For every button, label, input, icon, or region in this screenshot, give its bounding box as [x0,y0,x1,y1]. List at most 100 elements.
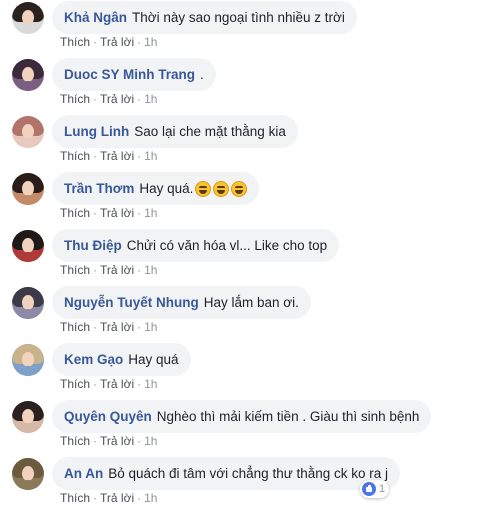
comment-author-link[interactable]: Duoc SY Minh Trang [64,67,195,82]
comment-actions: Thích · Trả lời · 1h [60,35,157,49]
comment-timestamp[interactable]: 1h [144,320,157,334]
like-link[interactable]: Thích [60,263,90,277]
comment-text: Bỏ quách đi tâm với chẳng thư thằng ck k… [108,466,389,481]
reply-link[interactable]: Trả lời [100,263,134,277]
laughing-emoji-icon [195,180,212,197]
reply-link[interactable]: Trả lời [100,320,134,334]
reaction-count-badge[interactable]: 1 [360,480,390,498]
separator-dot: · [137,92,142,106]
comment-actions: Thích · Trả lời · 1h [60,149,157,163]
avatar[interactable] [12,230,44,262]
comment-timestamp[interactable]: 1h [144,206,157,220]
separator-dot: · [137,434,142,448]
comment-item: Trần Thơm Hay quá. Thích · Trả lời · 1h [12,172,482,229]
comment-bubble: Duoc SY Minh Trang. [52,58,216,91]
separator-dot: · [93,377,98,391]
like-link[interactable]: Thích [60,35,90,49]
avatar-body [17,480,39,490]
comment-timestamp[interactable]: 1h [144,35,157,49]
laughing-emoji-icon [213,180,230,197]
comment-bubble: Trần Thơm Hay quá. [52,172,260,205]
avatar-body [17,309,39,319]
avatar-body [17,423,39,433]
comment-author-link[interactable]: An An [64,466,103,481]
comment-list: Khả Ngân Thời này sao ngoại tình nhiều z … [0,0,487,512]
comment-item: Khả Ngân Thời này sao ngoại tình nhiều z … [12,1,482,58]
comment-item: Duoc SY Minh Trang. Thích · Trả lời · 1h [12,58,482,115]
avatar[interactable] [12,116,44,148]
avatar[interactable] [12,458,44,490]
separator-dot: · [137,263,142,277]
comment-item: Nguyễn Tuyết Nhung Hay lắm ban ơi. Thích · T… [12,286,482,343]
comment-actions: Thích · Trả lời · 1h [60,491,157,505]
comment-timestamp[interactable]: 1h [144,92,157,106]
comment-bubble: Khả Ngân Thời này sao ngoại tình nhiều z … [52,1,357,34]
avatar-face [22,352,34,367]
separator-dot: · [93,92,98,106]
avatar-face [22,238,34,253]
avatar-face [22,10,34,25]
comment-timestamp[interactable]: 1h [144,434,157,448]
comment-timestamp[interactable]: 1h [144,491,157,505]
avatar[interactable] [12,2,44,34]
comment-item: Kem Gạo Hay quá Thích · Trả lời · 1h [12,343,482,400]
separator-dot: · [137,149,142,163]
avatar[interactable] [12,344,44,376]
like-link[interactable]: Thích [60,206,90,220]
avatar-body [17,366,39,376]
separator-dot: · [93,149,98,163]
reply-link[interactable]: Trả lời [100,149,134,163]
like-link[interactable]: Thích [60,491,90,505]
avatar-face [22,67,34,82]
separator-dot: · [137,35,142,49]
avatar[interactable] [12,173,44,205]
avatar-face [22,466,34,481]
comment-timestamp[interactable]: 1h [144,149,157,163]
like-link[interactable]: Thích [60,377,90,391]
reply-link[interactable]: Trả lời [100,377,134,391]
avatar-face [22,124,34,139]
comment-author-link[interactable]: Khả Ngân [64,10,127,25]
comment-timestamp[interactable]: 1h [144,263,157,277]
comment-author-link[interactable]: Thu Điệp [64,238,122,253]
comment-text: Sao lại che mặt thằng kia [134,124,286,139]
like-link[interactable]: Thích [60,434,90,448]
separator-dot: · [137,491,142,505]
separator-dot: · [93,35,98,49]
reply-link[interactable]: Trả lời [100,35,134,49]
avatar[interactable] [12,401,44,433]
separator-dot: · [93,491,98,505]
comment-text: Hay lắm ban ơi. [203,295,299,310]
comment-actions: Thích · Trả lời · 1h [60,92,157,106]
comment-actions: Thích · Trả lời · 1h [60,377,157,391]
comment-text: Chửi có văn hóa vl... Like cho top [126,238,328,253]
comment-item: An An Bỏ quách đi tâm với chẳng thư thằng… [12,457,482,512]
comment-actions: Thích · Trả lời · 1h [60,206,157,220]
avatar[interactable] [12,59,44,91]
comment-author-link[interactable]: Quyên Quyên [64,409,152,424]
laughing-emoji-icon [231,180,248,197]
separator-dot: · [93,263,98,277]
comment-timestamp[interactable]: 1h [144,377,157,391]
comment-bubble: Quyên Quyên Nghèo thì mải kiếm tiền . Già… [52,400,432,433]
like-link[interactable]: Thích [60,92,90,106]
comment-bubble: Kem Gạo Hay quá [52,343,191,376]
reply-link[interactable]: Trả lời [100,491,134,505]
comment-text: Thời này sao ngoại tình nhiều z trời [132,10,345,25]
reply-link[interactable]: Trả lời [100,206,134,220]
reply-link[interactable]: Trả lời [100,434,134,448]
comment-actions: Thích · Trả lời · 1h [60,434,157,448]
comment-author-link[interactable]: Lung Linh [64,124,129,139]
comment-bubble: Lung Linh Sao lại che mặt thằng kia [52,115,298,148]
comment-author-link[interactable]: Nguyễn Tuyết Nhung [64,295,199,310]
like-link[interactable]: Thích [60,320,90,334]
comment-author-link[interactable]: Kem Gạo [64,352,123,367]
like-link[interactable]: Thích [60,149,90,163]
comment-item: Quyên Quyên Nghèo thì mải kiếm tiền . Già… [12,400,482,457]
like-icon [362,482,376,496]
reply-link[interactable]: Trả lời [100,92,134,106]
comment-author-link[interactable]: Trần Thơm [64,181,134,196]
separator-dot: · [137,320,142,334]
comment-text: Nghèo thì mải kiếm tiền . Giàu thì sinh … [156,409,420,424]
avatar[interactable] [12,287,44,319]
